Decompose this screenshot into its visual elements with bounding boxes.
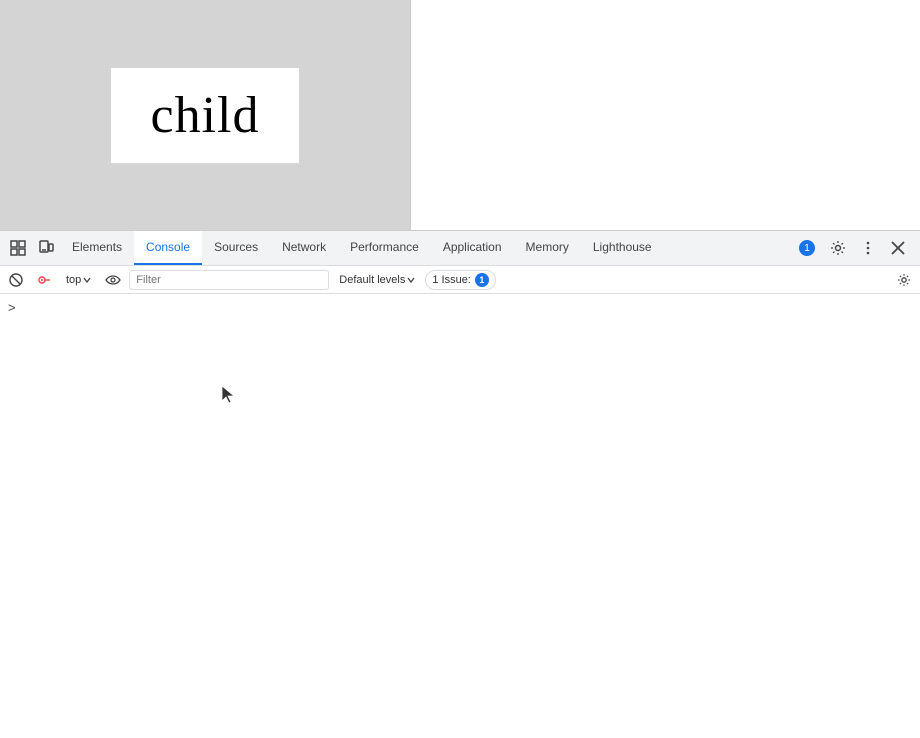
tab-network[interactable]: Network bbox=[270, 231, 338, 265]
console-prompt-row: > bbox=[0, 298, 920, 317]
tab-memory-label: Memory bbox=[526, 240, 569, 254]
prompt-arrow-icon: > bbox=[8, 300, 16, 315]
tab-application-label: Application bbox=[443, 240, 502, 254]
issue-counter-num: 1 bbox=[479, 275, 484, 285]
devtools-tabs-bar: Elements Console Sources Network Perform… bbox=[0, 231, 920, 266]
mouse-cursor bbox=[220, 385, 236, 410]
inspect-element-button[interactable] bbox=[4, 234, 32, 262]
tab-elements[interactable]: Elements bbox=[60, 231, 134, 265]
tab-performance[interactable]: Performance bbox=[338, 231, 431, 265]
devtools-panel: Elements Console Sources Network Perform… bbox=[0, 230, 920, 738]
log-levels-label: Default levels bbox=[339, 274, 405, 286]
issue-badge-icon: 1 bbox=[799, 240, 815, 256]
devtools-tab-list: Elements Console Sources Network Perform… bbox=[60, 231, 792, 265]
tab-console-label: Console bbox=[146, 240, 190, 254]
device-toolbar-button[interactable] bbox=[32, 234, 60, 262]
console-output-area[interactable]: > bbox=[0, 294, 920, 738]
tab-sources-label: Sources bbox=[214, 240, 258, 254]
tab-memory[interactable]: Memory bbox=[514, 231, 581, 265]
browser-preview: child bbox=[0, 0, 410, 230]
chevron-down-icon-levels bbox=[407, 277, 415, 283]
context-label: top bbox=[66, 274, 81, 286]
console-filter-input[interactable] bbox=[129, 270, 329, 290]
tab-network-label: Network bbox=[282, 240, 326, 254]
log-levels-selector[interactable]: Default levels bbox=[333, 272, 421, 288]
tab-performance-label: Performance bbox=[350, 240, 419, 254]
context-selector[interactable]: top bbox=[60, 272, 97, 288]
clear-console-button[interactable] bbox=[4, 268, 28, 292]
tab-sources[interactable]: Sources bbox=[202, 231, 270, 265]
issue-badge-num: 1 bbox=[804, 243, 810, 254]
console-toolbar: top Default levels 1 Issue: 1 bbox=[0, 266, 920, 294]
issue-counter-dot: 1 bbox=[475, 273, 489, 287]
tab-elements-label: Elements bbox=[72, 240, 122, 254]
tab-application[interactable]: Application bbox=[431, 231, 514, 265]
filter-toggle-button[interactable] bbox=[32, 268, 56, 292]
devtools-settings-button[interactable] bbox=[824, 234, 852, 262]
child-text: child bbox=[151, 87, 260, 144]
chevron-down-icon bbox=[83, 277, 91, 283]
tab-lighthouse[interactable]: Lighthouse bbox=[581, 231, 664, 265]
console-main-area bbox=[0, 317, 920, 697]
tab-console[interactable]: Console bbox=[134, 231, 202, 265]
child-element: child bbox=[111, 68, 300, 163]
devtools-close-button[interactable] bbox=[884, 234, 912, 262]
tab-lighthouse-label: Lighthouse bbox=[593, 240, 652, 254]
issue-badge-button[interactable]: 1 bbox=[792, 237, 822, 259]
devtools-right-icons: 1 bbox=[792, 234, 916, 262]
issue-counter-button[interactable]: 1 Issue: 1 bbox=[425, 270, 496, 290]
right-preview-area bbox=[410, 0, 920, 230]
console-settings-button[interactable] bbox=[892, 268, 916, 292]
live-expressions-button[interactable] bbox=[101, 268, 125, 292]
devtools-more-button[interactable] bbox=[854, 234, 882, 262]
issue-counter-text: 1 Issue: bbox=[432, 274, 471, 286]
